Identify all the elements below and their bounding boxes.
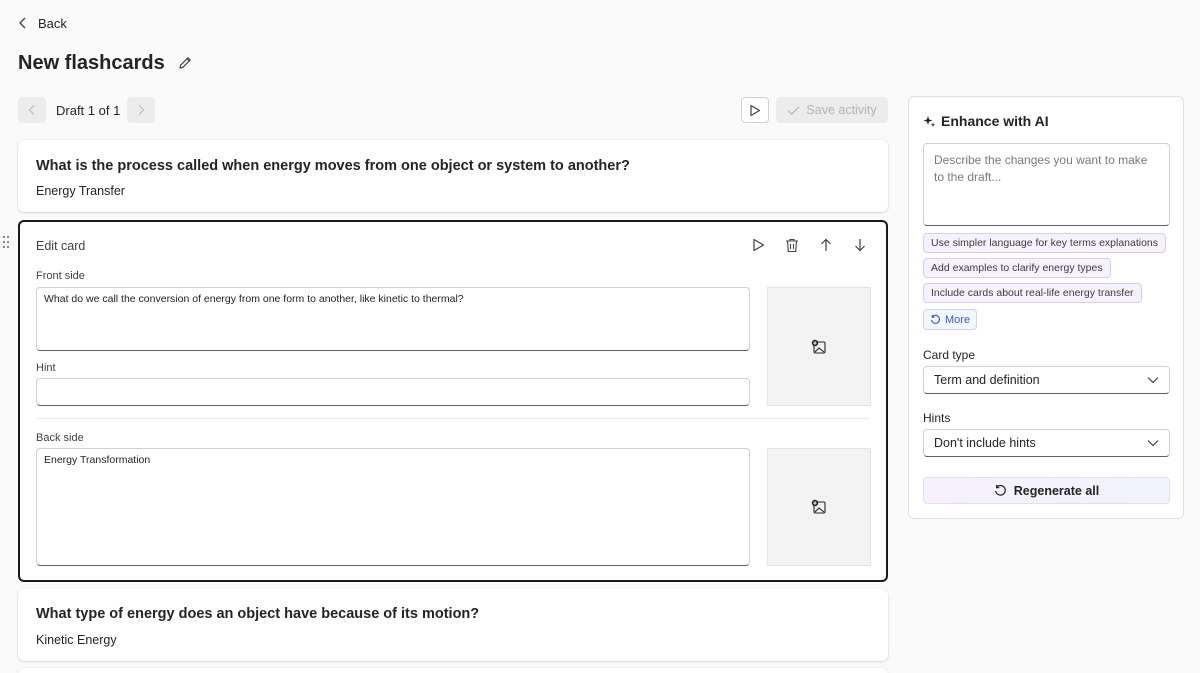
sparkle-icon: [923, 115, 936, 128]
ai-prompt-input[interactable]: Describe the changes you want to make to…: [923, 143, 1170, 226]
edit-card-title: Edit card: [36, 239, 86, 253]
hints-label: Hints: [923, 411, 951, 425]
hint-input[interactable]: [36, 378, 750, 406]
regenerate-all-button[interactable]: Regenerate all: [923, 477, 1170, 504]
add-image-icon: [811, 499, 827, 515]
front-image-slot[interactable]: [767, 287, 871, 406]
add-image-icon: [811, 339, 827, 355]
flashcard[interactable]: [18, 668, 888, 673]
refresh-icon: [994, 484, 1007, 497]
preview-card-button[interactable]: [748, 235, 768, 255]
page-title: New flashcards: [18, 51, 165, 74]
front-side-input[interactable]: What do we call the conversion of energy…: [36, 287, 750, 351]
suggestion-chip[interactable]: Include cards about real-life energy tra…: [923, 283, 1142, 303]
back-side-input[interactable]: Energy Transformation: [36, 448, 750, 566]
play-icon: [752, 238, 765, 252]
card-type-label: Card type: [923, 348, 976, 362]
edit-card: Edit card Front side What do we call the…: [18, 220, 888, 582]
play-button[interactable]: [741, 97, 769, 123]
arrow-up-icon: [820, 238, 832, 252]
card-type-select[interactable]: Term and definition: [923, 366, 1170, 394]
suggestion-chip[interactable]: Use simpler language for key terms expla…: [923, 233, 1167, 253]
play-icon: [749, 104, 761, 117]
trash-icon: [785, 238, 799, 253]
delete-card-button[interactable]: [782, 235, 802, 255]
card-answer: Energy Transfer: [36, 184, 125, 198]
hints-select[interactable]: Don't include hints: [923, 429, 1170, 457]
move-down-button[interactable]: [850, 235, 870, 255]
back-side-label: Back side: [36, 432, 84, 444]
hints-value: Don't include hints: [934, 436, 1036, 450]
page-title-row: New flashcards: [18, 50, 193, 76]
regenerate-all-label: Regenerate all: [1013, 483, 1100, 498]
more-suggestions-button[interactable]: More: [923, 309, 978, 330]
checkmark-icon: [787, 105, 800, 116]
save-activity-label: Save activity: [806, 103, 877, 117]
more-label: More: [945, 313, 971, 326]
card-question: What type of energy does an object have …: [36, 606, 480, 622]
panel-title: Enhance with AI: [923, 113, 1049, 129]
back-link[interactable]: Back: [18, 12, 67, 34]
chevron-down-icon: [1147, 376, 1159, 384]
previous-draft-button[interactable]: [18, 97, 46, 123]
enhance-ai-panel: Enhance with AI Describe the changes you…: [908, 96, 1184, 519]
back-image-slot[interactable]: [767, 448, 871, 566]
arrow-down-icon: [854, 238, 866, 252]
next-draft-button[interactable]: [127, 97, 155, 123]
draft-label: Draft 1 of 1: [56, 103, 121, 118]
chevron-down-icon: [1147, 439, 1159, 447]
divider: [36, 418, 870, 419]
edit-card-toolbar: [748, 235, 870, 255]
flashcard[interactable]: What type of energy does an object have …: [18, 589, 888, 661]
chevron-right-icon: [137, 104, 145, 116]
pencil-icon[interactable]: [177, 55, 193, 71]
front-side-label: Front side: [36, 270, 85, 282]
flashcard[interactable]: What is the process called when energy m…: [18, 140, 888, 212]
card-type-value: Term and definition: [934, 373, 1040, 387]
drag-handle[interactable]: [2, 235, 10, 249]
save-activity-button[interactable]: Save activity: [776, 97, 888, 123]
hint-label: Hint: [36, 362, 56, 374]
back-label: Back: [38, 15, 67, 31]
move-up-button[interactable]: [816, 235, 836, 255]
chevron-left-icon: [28, 104, 36, 116]
card-answer: Kinetic Energy: [36, 633, 117, 647]
panel-title-label: Enhance with AI: [941, 113, 1049, 129]
refresh-icon: [930, 314, 941, 325]
card-question: What is the process called when energy m…: [36, 158, 630, 174]
suggestion-chip[interactable]: Add examples to clarify energy types: [923, 258, 1111, 278]
chevron-left-icon: [18, 17, 28, 29]
